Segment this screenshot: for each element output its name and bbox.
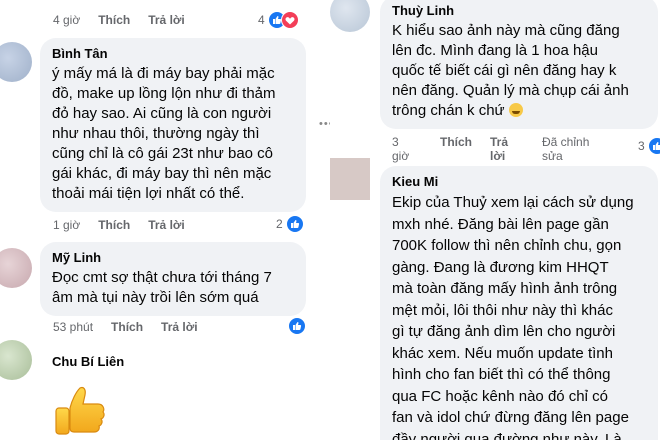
reply-button[interactable]: Trả lời — [161, 320, 198, 334]
comment-line: đồ, make up lồng lộn như đi thảm — [52, 85, 276, 102]
commenter-name[interactable]: Thuỳ Linh — [392, 2, 646, 19]
comment-line: ý mấy má là đi máy bay phải mặc — [52, 65, 275, 82]
reply-button[interactable]: Trả lời — [148, 218, 185, 232]
reaction-count: 2 — [276, 217, 283, 231]
comment-actions: 4 giờ Thích Trả lời — [53, 13, 203, 27]
comment-line: mệt mỏi, lôi thôi như này thì khác — [392, 301, 613, 319]
avatar[interactable] — [0, 340, 32, 380]
comment-time[interactable]: 53 phút — [53, 320, 93, 334]
comment-bubble: Kieu Mi Ekip của Thuỷ xem lại cách sử dụ… — [380, 166, 658, 440]
comment-bubble: Thuỳ Linh K hiểu sao ảnh này mà cũng đăn… — [380, 0, 658, 129]
comment-line: lên đc. Mình đang là 1 hoa hậu — [392, 42, 598, 59]
commenter-name[interactable]: Chu Bí Liên — [52, 353, 124, 370]
comment-bubble: Mỹ Linh Đọc cmt sợ thật chưa tới tháng 7… — [40, 242, 306, 316]
column-divider — [318, 0, 330, 440]
reply-button[interactable]: Trả lời — [490, 135, 508, 163]
comment-time[interactable]: 1 giờ — [53, 218, 80, 232]
comment-text: Ekip của Thuỷ xem lại cách sử dụng mxh n… — [392, 192, 646, 440]
comment-line: mà toàn đăng mấy hình ảnh trông — [392, 280, 618, 297]
commenter-name[interactable]: Kieu Mi — [392, 173, 646, 190]
like-reaction-icon — [647, 137, 660, 155]
comment-line: K hiểu sao ảnh này mà cũng đăng — [392, 22, 620, 39]
comment-line: gì tự đăng ảnh dìm lên cho người — [392, 323, 616, 340]
like-button[interactable]: Thích — [98, 218, 130, 232]
comment-time[interactable]: 3 giờ — [392, 135, 409, 163]
reaction-count: 4 — [258, 13, 265, 27]
avatar[interactable] — [0, 42, 32, 82]
comment-line: Ekip của Thuỷ xem lại cách sử dụng — [392, 194, 634, 211]
comment-line: hình cho fan biết thì có thể thông — [392, 366, 611, 383]
right-comment-column: Thuỳ Linh K hiểu sao ảnh này mà cũng đăn… — [330, 0, 660, 440]
heart-reaction-icon — [280, 11, 299, 29]
comment-line: gái khác, đi máy bay thì nên mặc — [52, 165, 272, 182]
comment-line: Đọc cmt sợ thật chưa tới tháng 7 — [52, 269, 272, 286]
comment-line: âm mà tụi này trồi lên sớm quá — [52, 289, 259, 306]
left-comment-column: 4 giờ Thích Trả lời 4 Bình Tân ý mấy má … — [0, 0, 318, 440]
edited-label-part: Đã chỉnh — [542, 135, 590, 149]
avatar[interactable] — [330, 0, 370, 32]
sweat-smile-emoji-icon — [508, 103, 523, 117]
comment-actions: 1 giờ Thích Trả lời — [53, 218, 203, 232]
commenter-name[interactable]: Bình Tân — [52, 45, 294, 62]
reaction-summary[interactable]: 4 — [258, 11, 299, 29]
reaction-summary[interactable]: 3 — [638, 137, 660, 155]
like-reaction-icon — [285, 215, 304, 233]
like-button[interactable]: Thích — [111, 320, 143, 334]
reaction-summary[interactable]: 2 — [276, 215, 304, 233]
like-button[interactable]: Thích — [98, 13, 130, 27]
comment-text: Đọc cmt sợ thật chưa tới tháng 7 âm mà t… — [52, 268, 294, 308]
avatar[interactable] — [330, 158, 370, 200]
comment-line: đỏ hay sao. Ai cũng là con người — [52, 105, 272, 122]
comment-time[interactable]: 4 giờ — [53, 13, 80, 27]
comment-line: khác xem. Nếu muốn update tình — [392, 344, 613, 362]
comment-time-part: 3 — [392, 135, 399, 149]
comment-line: qua FC hoặc kênh nào đó chỉ có — [392, 387, 608, 405]
like-reaction-icon — [288, 317, 306, 335]
like-button[interactable]: Thích — [440, 135, 472, 149]
comment-text: ý mấy má là đi máy bay phải mặc đồ, make… — [52, 64, 294, 204]
comment-text: K hiểu sao ảnh này mà cũng đăng lên đc. … — [392, 21, 646, 121]
comment-line: nên đăng. Quản lý mà chụp cái ảnh — [392, 82, 629, 99]
comment-time-part: giờ — [392, 149, 410, 163]
comment-bubble: Bình Tân ý mấy má là đi máy bay phải mặc… — [40, 38, 306, 212]
comment-line: trông chán k chứ — [392, 101, 646, 121]
comment-line: fan và idol chứ đừng đăng lên page — [392, 409, 629, 426]
comment-actions: 53 phút Thích Trả lời — [53, 320, 216, 334]
comment-line: mxh nhé. Đăng bài lên page gần — [392, 215, 609, 233]
thumbs-up-sticker — [55, 386, 105, 435]
comment-line: 700K follow thì nên chỉnh chu, gọn — [392, 237, 622, 254]
edited-label-part: sửa — [542, 149, 563, 163]
comment-line: cũng chỉ là cô gái 23t như bao cô — [52, 145, 274, 162]
commenter-name[interactable]: Mỹ Linh — [52, 249, 294, 266]
edited-label[interactable]: Đã chỉnh sửa — [542, 135, 589, 163]
comment-line: thoải mái tiện lợi nhất có thể. — [52, 185, 245, 202]
reaction-count: 3 — [638, 139, 645, 153]
comment-line: quốc tế biết cái gì nên đăng hay k — [392, 62, 617, 79]
avatar[interactable] — [0, 248, 32, 288]
comment-line: đầy người qua đường như này. Là — [392, 430, 622, 440]
comment-line: như nhau thôi, thường ngày thì — [52, 125, 260, 142]
reply-label-part: Trả — [490, 135, 509, 149]
reaction-summary[interactable] — [288, 317, 306, 335]
reply-label-part: lời — [490, 149, 506, 163]
comment-line-text: trông chán k chứ — [392, 102, 505, 119]
comment-line: gàng. Đang là đương kim HHQT — [392, 258, 609, 276]
reply-button[interactable]: Trả lời — [148, 13, 185, 27]
